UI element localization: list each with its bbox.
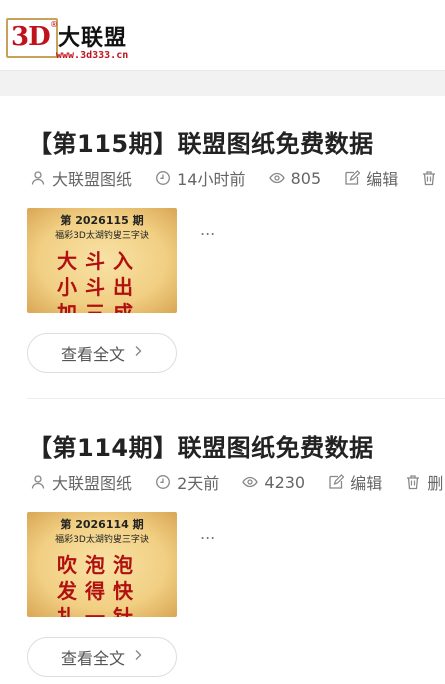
logo-name: 大联盟 <box>58 26 128 51</box>
edit-icon <box>328 474 345 490</box>
post-edit-link[interactable]: 编辑 <box>328 470 382 494</box>
header-divider-band <box>0 70 445 96</box>
site-header: 3D ® 大联盟 www.3d333.cn <box>0 0 445 70</box>
chevron-right-icon <box>133 649 143 665</box>
read-more-button[interactable]: 查看全文 <box>27 333 177 373</box>
post-excerpt: ... <box>200 524 216 543</box>
trash-icon <box>421 170 437 186</box>
read-more-label: 查看全文 <box>60 345 125 364</box>
poem-line: 加三成 <box>57 301 141 313</box>
poem-line: 扎一针 <box>57 605 141 617</box>
post-excerpt: ... <box>200 220 216 239</box>
time-label: 14小时前 <box>177 170 246 189</box>
post-thumbnail[interactable]: 第 2026115 期 福彩3D太湖钓叟三字诀 大斗入 小斗出 加三成 <box>27 208 177 313</box>
post-thumbnail[interactable]: 第 2026114 期 福彩3D太湖钓叟三字诀 吹泡泡 发得快 扎一针 <box>27 512 177 617</box>
post-author[interactable]: 大联盟图纸 <box>30 166 132 190</box>
logo-registered: ® <box>50 20 58 29</box>
views-count: 805 <box>290 168 322 188</box>
logo-mark: 3D <box>11 22 51 52</box>
thumbnail-issue: 第 2026114 期 <box>60 518 144 531</box>
read-more-button[interactable]: 查看全文 <box>27 637 177 677</box>
post-separator <box>27 398 445 399</box>
thumbnail-poem: 大斗入 小斗出 加三成 <box>57 248 153 313</box>
thumbnail-issue: 第 2026115 期 <box>60 214 144 227</box>
poem-line: 吹泡泡 <box>57 553 141 577</box>
post-delete-link[interactable]: 删 <box>405 470 443 494</box>
author-label: 大联盟图纸 <box>52 474 133 493</box>
post-title[interactable]: 【第115期】联盟图纸免费数据 <box>28 124 374 159</box>
author-label: 大联盟图纸 <box>52 170 133 189</box>
post-meta: 大联盟图纸 2天前 4230 编辑 删 <box>30 470 445 494</box>
edit-icon <box>344 170 361 186</box>
post-time: 2天前 <box>155 470 219 494</box>
eye-icon <box>242 474 259 490</box>
time-label: 2天前 <box>177 474 220 493</box>
post-meta: 大联盟图纸 14小时前 805 编辑 <box>30 166 445 190</box>
thumbnail-poem: 吹泡泡 发得快 扎一针 <box>57 552 153 617</box>
clock-icon <box>155 474 171 490</box>
post-time: 14小时前 <box>155 166 245 190</box>
logo-mark-box: 3D ® <box>6 18 58 58</box>
poem-line: 小斗出 <box>57 275 141 299</box>
read-more-label: 查看全文 <box>60 649 125 668</box>
logo-url: www.3d333.cn <box>56 50 129 61</box>
post-title[interactable]: 【第114期】联盟图纸免费数据 <box>28 428 374 463</box>
post-delete-link[interactable] <box>421 170 443 186</box>
views-count: 4230 <box>264 472 306 492</box>
chevron-right-icon <box>133 345 143 361</box>
poem-line: 大斗入 <box>57 249 141 273</box>
thumbnail-subtitle: 福彩3D太湖钓叟三字诀 <box>55 231 149 241</box>
eye-icon <box>268 170 285 186</box>
post-author[interactable]: 大联盟图纸 <box>30 470 132 494</box>
user-icon <box>30 474 46 490</box>
post-views: 4230 <box>242 473 305 492</box>
user-icon <box>30 170 46 186</box>
thumbnail-subtitle: 福彩3D太湖钓叟三字诀 <box>55 535 149 545</box>
edit-label: 编辑 <box>366 170 399 189</box>
clock-icon <box>155 170 171 186</box>
poem-line: 发得快 <box>57 579 141 603</box>
site-logo[interactable]: 3D ® 大联盟 www.3d333.cn <box>6 14 156 64</box>
edit-label: 编辑 <box>350 474 383 493</box>
post-edit-link[interactable]: 编辑 <box>344 166 398 190</box>
post-views: 805 <box>268 168 322 188</box>
delete-label: 删 <box>427 474 444 493</box>
trash-icon <box>405 474 421 490</box>
